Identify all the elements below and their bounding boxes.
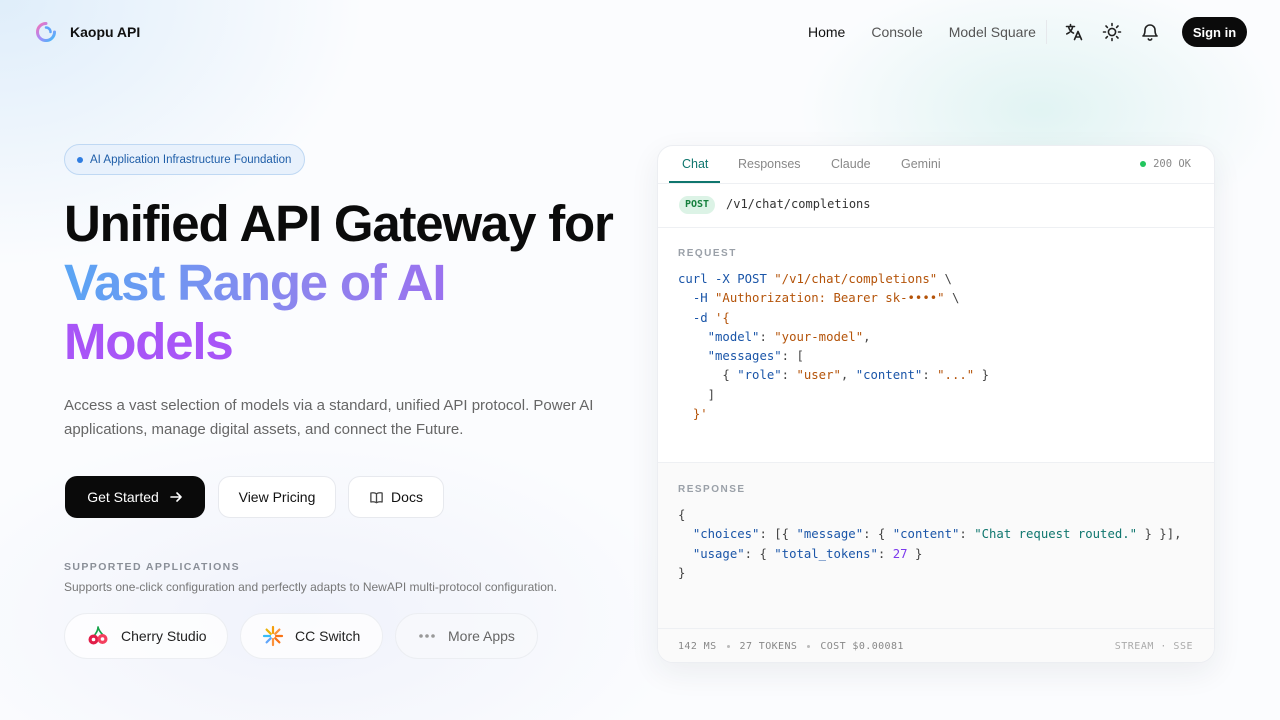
response-line-4: } xyxy=(678,565,686,580)
nav-home[interactable]: Home xyxy=(808,24,845,40)
request-line-5: "messages": [ xyxy=(707,349,804,364)
metric-separator xyxy=(726,645,730,648)
response-line-1: { xyxy=(678,508,686,522)
api-tabs: Chat Responses Claude Gemini 200 OK xyxy=(658,146,1214,184)
supported-apps-title: SUPPORTED APPLICATIONS xyxy=(64,561,241,573)
hero-title: Unified API Gateway for Vast Range of AI… xyxy=(64,194,614,371)
http-method-badge: POST xyxy=(679,196,716,214)
response-code: { "choices": [{ "message": { "content": … xyxy=(678,506,1182,583)
top-nav: Kaopu API Home Console Model Square Sign… xyxy=(0,0,1280,64)
app-cherry-studio-label: Cherry Studio xyxy=(121,628,207,644)
bell-icon[interactable] xyxy=(1138,20,1162,44)
app-more-apps-label: More Apps xyxy=(448,628,515,644)
app-cc-switch-label: CC Switch xyxy=(295,628,361,644)
hero-title-line1: Unified API Gateway for xyxy=(64,195,614,252)
status-dot-icon xyxy=(1140,161,1147,167)
hero-title-line2: Vast Range of AI xyxy=(64,253,613,312)
get-started-label: Get Started xyxy=(87,489,159,505)
sun-icon[interactable] xyxy=(1100,20,1124,44)
app-more-apps[interactable]: More Apps xyxy=(395,613,538,659)
sign-in-button[interactable]: Sign in xyxy=(1182,17,1247,47)
response-line-3: "usage": { "total_tokens": 27 } xyxy=(692,546,923,561)
tab-claude[interactable]: Claude xyxy=(831,157,871,171)
hero-badge: AI Application Infrastructure Foundation xyxy=(64,144,306,175)
tab-responses[interactable]: Responses xyxy=(738,157,801,171)
request-line-8: }' xyxy=(692,407,708,422)
request-line-7: ] xyxy=(678,387,716,402)
request-line-1: curl -X POST "/v1/chat/completions" \ xyxy=(678,272,952,286)
metric-separator xyxy=(807,645,811,648)
arrow-right-icon xyxy=(169,492,182,502)
translate-icon[interactable] xyxy=(1062,20,1086,44)
response-label: RESPONSE xyxy=(678,484,746,495)
get-started-button[interactable]: Get Started xyxy=(65,476,205,518)
view-pricing-button[interactable]: View Pricing xyxy=(218,476,336,518)
latency-metric: 142 MS xyxy=(678,641,717,652)
cherry-icon xyxy=(88,626,108,645)
request-line-3: -d '{ xyxy=(692,310,730,325)
book-icon xyxy=(370,491,383,503)
app-cherry-studio[interactable]: Cherry Studio xyxy=(64,613,228,659)
badge-text: AI Application Infrastructure Foundation xyxy=(90,153,292,166)
tokens-metric: 27 TOKENS xyxy=(739,641,798,652)
request-line-2: -H "Authorization: Bearer sk-••••" \ xyxy=(692,291,960,306)
card-footer: 142 MS 27 TOKENS COST $0.00081 STREAM · … xyxy=(658,628,1214,662)
status-badge: 200 OK xyxy=(1140,158,1191,170)
endpoint-path: /v1/chat/completions xyxy=(726,197,871,211)
request-line-4: "model": "your-model", xyxy=(707,329,871,344)
docs-label: Docs xyxy=(391,489,423,505)
nav-model-square[interactable]: Model Square xyxy=(949,24,1036,40)
docs-button[interactable]: Docs xyxy=(348,476,444,518)
app-cc-switch[interactable]: CC Switch xyxy=(240,613,383,659)
cost-metric: COST $0.00081 xyxy=(820,641,904,652)
badge-dot-icon xyxy=(77,156,83,163)
cc-switch-icon xyxy=(262,625,284,647)
hero-description: Access a vast selection of models via a … xyxy=(64,397,594,438)
tab-chat[interactable]: Chat xyxy=(682,157,708,171)
endpoint-row: POST /v1/chat/completions xyxy=(658,184,1214,228)
response-line-2: "choices": [{ "message": { "content": "C… xyxy=(692,527,1182,542)
tab-gemini[interactable]: Gemini xyxy=(901,157,941,171)
request-label: REQUEST xyxy=(678,248,737,259)
hero-title-line3: Models xyxy=(64,313,234,370)
brand-name[interactable]: Kaopu API xyxy=(70,24,140,40)
nav-console[interactable]: Console xyxy=(871,24,922,40)
active-tab-indicator xyxy=(669,181,720,183)
request-code: curl -X POST "/v1/chat/completions" \ -H… xyxy=(678,270,989,424)
nav-links: Home Console Model Square xyxy=(808,24,1036,40)
api-demo-card: Chat Responses Claude Gemini 200 OK POST… xyxy=(657,145,1215,663)
more-dots-icon xyxy=(419,634,435,638)
status-text: 200 OK xyxy=(1153,158,1191,170)
brand-logo-icon[interactable] xyxy=(36,22,56,42)
request-line-6: { "role": "user", "content": "..." } xyxy=(678,368,989,383)
stream-mode: STREAM · SSE xyxy=(1114,641,1193,652)
request-metrics: 142 MS 27 TOKENS COST $0.00081 xyxy=(678,641,904,652)
supported-apps-description: Supports one-click configuration and per… xyxy=(64,580,557,594)
nav-divider xyxy=(1046,20,1047,44)
